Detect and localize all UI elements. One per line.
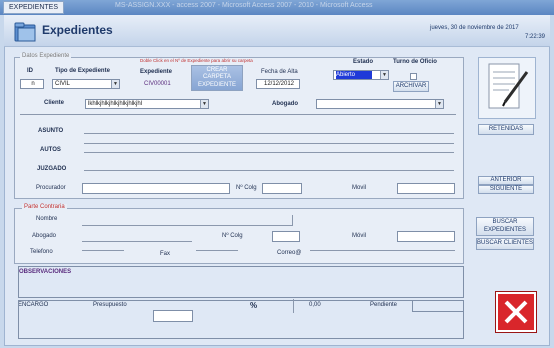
contraria-correo-field[interactable] [310, 250, 455, 251]
asunto-field-line2[interactable] [84, 143, 454, 144]
folder-icon [14, 22, 36, 42]
cliente-select[interactable]: lkhlkjhlkjhlkjhlkjhlkjhl ▼ [85, 99, 209, 109]
estado-value: Abierto [336, 71, 372, 79]
contraria-ncolg-label: Nº Colg [222, 233, 243, 239]
chevron-down-icon[interactable]: ▼ [200, 100, 208, 108]
notes-icon[interactable] [478, 57, 536, 119]
observaciones-field[interactable] [18, 266, 464, 298]
procurador-label: Procurador [36, 185, 66, 191]
contraria-ncolg-field[interactable] [272, 231, 300, 242]
datos-legend: Datos Expediente [20, 53, 72, 59]
window-titlebar: EXPEDIENTES MS-ASSIGN.XXX - access 2007 … [0, 0, 554, 15]
close-icon [504, 300, 528, 324]
id-label: ID [27, 68, 33, 74]
estado-label: Estado [353, 59, 374, 65]
asunto-label: ASUNTO [38, 128, 64, 134]
siguiente-button[interactable]: SIGUIENTE [478, 185, 534, 194]
fecha-field[interactable]: 12/12/2012 [256, 79, 300, 89]
crear-carpeta-button[interactable]: CREAR CARPETA EXPEDIENTE [191, 65, 243, 91]
contraria-abogado-label: Abogado [32, 233, 57, 239]
procurador-movil-label: Movil [352, 185, 367, 191]
juzgado-label: JUZGADO [37, 166, 67, 172]
tipo-value: CIVIL [55, 81, 71, 87]
autos-label: AUTOS [40, 147, 61, 153]
chevron-down-icon[interactable]: ▼ [435, 100, 443, 108]
header-date: jueves, 30 de noviembre de 2017 [430, 25, 519, 31]
contraria-fax-label: Fax [160, 251, 171, 257]
abogado-label: Abogado [272, 101, 298, 107]
expediente-label: Expediente [140, 69, 173, 75]
turno-label: Turno de Oficio [393, 59, 437, 65]
window-tab[interactable]: EXPEDIENTES [3, 1, 65, 14]
asunto-field[interactable] [84, 133, 454, 134]
contraria-nombre-end [292, 215, 293, 226]
tipo-select[interactable]: CIVIL ▼ [52, 79, 120, 89]
chevron-down-icon[interactable]: ▼ [380, 71, 388, 79]
procurador-field[interactable] [82, 183, 230, 194]
autos-field[interactable] [84, 152, 454, 153]
cliente-label: Cliente [44, 100, 65, 106]
buscar-clientes-button[interactable]: BUSCAR CLIENTES [476, 238, 534, 250]
tipo-label: Tipo de Expediente [55, 68, 110, 74]
percent-label: % [250, 301, 258, 310]
procurador-ncolg-field[interactable] [262, 183, 302, 194]
amount-divider [293, 299, 294, 313]
window-title: MS-ASSIGN.XXX - access 2007 - Microsoft … [115, 2, 373, 9]
id-field[interactable]: n [20, 79, 44, 89]
pendiente-label: Pendiente [370, 302, 398, 308]
divider [20, 114, 456, 115]
fecha-label: Fecha de Alta [261, 69, 298, 75]
retenidas-button[interactable]: RETENIDAS [478, 124, 534, 135]
contraria-correo-label: Correo@ [277, 250, 302, 256]
amount-value: 0,00 [309, 302, 321, 308]
contraria-fax-field[interactable] [196, 250, 238, 251]
contraria-nombre-label: Nombre [36, 216, 58, 222]
contraria-movil-field[interactable] [397, 231, 455, 242]
buscar-expedientes-button[interactable]: BUSCAR EXPEDIENTES [476, 217, 534, 236]
pendiente-field[interactable] [412, 300, 464, 312]
page-title: Expedientes [42, 23, 113, 37]
abogado-select[interactable]: ▼ [316, 99, 444, 109]
procurador-ncolg-label: Nº Colg [236, 185, 257, 191]
contraria-nombre-field[interactable] [82, 225, 292, 226]
archivar-button[interactable]: ARCHIVAR [393, 81, 429, 92]
estado-select[interactable]: Abierto ▼ [333, 70, 389, 80]
close-button[interactable] [495, 291, 537, 333]
chevron-down-icon[interactable]: ▼ [111, 80, 119, 88]
procurador-movil-field[interactable] [397, 183, 455, 194]
anterior-button[interactable]: ANTERIOR [478, 176, 534, 185]
contraria-telefono-field[interactable] [82, 250, 124, 251]
contraria-movil-label: Móvil [352, 233, 367, 239]
header-time: 7:22:39 [525, 34, 546, 40]
presupuesto-label: Presupuesto [93, 302, 127, 308]
contraria-abogado-field[interactable] [82, 241, 192, 242]
presupuesto-field[interactable] [153, 310, 193, 322]
contraria-legend: Parte Contraria [22, 204, 67, 210]
contraria-telefono-label: Telefono [30, 249, 53, 255]
expediente-value[interactable]: CIV00001 [144, 81, 171, 87]
expediente-hint: Doble Click en el Nº de Expediente para … [140, 58, 253, 63]
juzgado-field[interactable] [84, 170, 454, 171]
encargo-field[interactable] [18, 300, 464, 339]
cliente-value: lkhlkjhlkjhlkjhlkjhlkjhl [88, 101, 143, 107]
turno-checkbox[interactable] [410, 73, 417, 80]
